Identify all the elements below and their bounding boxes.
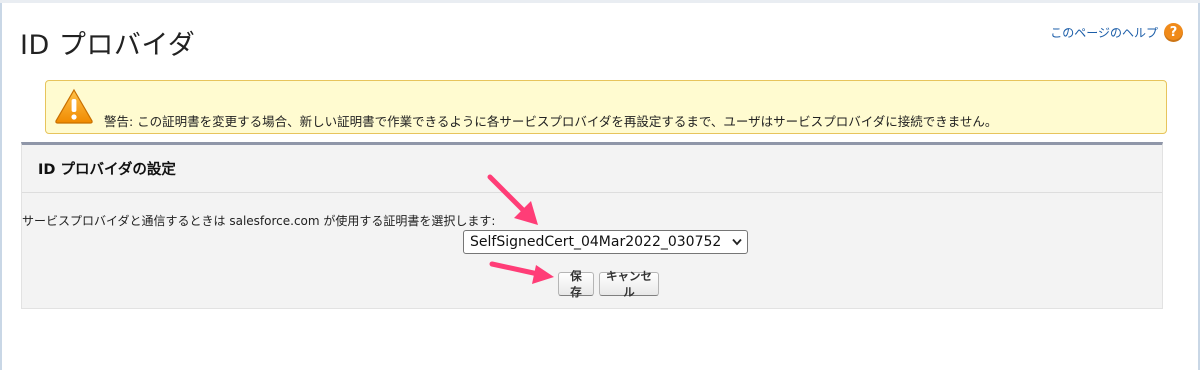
- page-title: ID プロバイダ: [20, 30, 196, 61]
- save-button[interactable]: 保存: [558, 269, 594, 299]
- cancel-button[interactable]: キャンセル: [599, 269, 659, 299]
- warning-message: 警告: この証明書を変更する場合、新しい証明書で作業できるように各サービスプロバ…: [45, 80, 1167, 134]
- section-title: ID プロバイダの設定: [38, 162, 176, 178]
- help-link[interactable]: このページのヘルプ: [1050, 24, 1158, 41]
- certificate-select[interactable]: SelfSignedCert_04Mar2022_030752: [463, 230, 748, 254]
- chevron-down-icon: [732, 238, 742, 246]
- page-container: ID プロバイダ このページのヘルプ ? 警告: この証明書を変更する場合、新し…: [0, 3, 1200, 370]
- help-icon[interactable]: ?: [1164, 23, 1183, 42]
- certificate-select-value: SelfSignedCert_04Mar2022_030752: [470, 234, 722, 250]
- idp-settings-section: ID プロバイダの設定 サービスプロバイダと通信するときは salesforce…: [21, 142, 1163, 309]
- section-header: ID プロバイダの設定: [22, 145, 1162, 193]
- help-area: このページのヘルプ ?: [1050, 23, 1183, 42]
- warning-triangle-icon: [55, 88, 93, 124]
- certificate-description: サービスプロバイダと通信するときは salesforce.com が使用する証明…: [22, 214, 496, 228]
- warning-text: 警告: この証明書を変更する場合、新しい証明書で作業できるように各サービスプロバ…: [104, 114, 998, 129]
